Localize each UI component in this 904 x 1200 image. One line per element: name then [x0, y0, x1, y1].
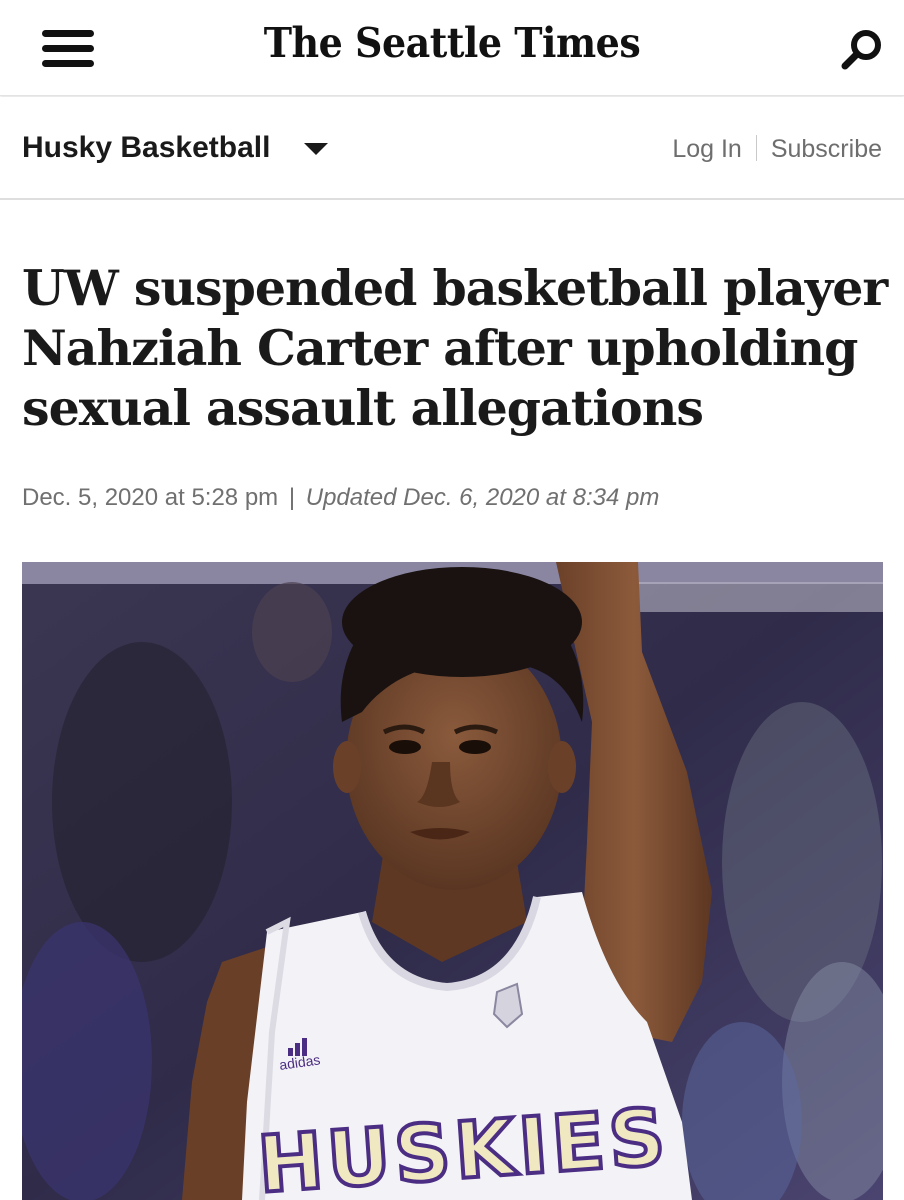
updated-date: Updated Dec. 6, 2020 at 8:34 pm — [305, 484, 660, 511]
site-header: The Seattle Times — [0, 0, 904, 96]
divider — [755, 135, 757, 161]
subscribe-link[interactable]: Subscribe — [771, 135, 882, 163]
site-logo[interactable]: The Seattle Times — [0, 18, 904, 67]
section-bar: Husky Basketball Log In Subscribe — [0, 97, 904, 200]
auth-links: Log In Subscribe — [672, 135, 882, 164]
published-date: Dec. 5, 2020 at 5:28 pm — [22, 484, 279, 511]
login-link[interactable]: Log In — [672, 135, 742, 163]
chevron-down-icon[interactable] — [304, 143, 328, 155]
article-headline: UW suspended basketball player Nahziah C… — [22, 259, 888, 437]
date-separator: | — [288, 484, 296, 511]
section-dropdown[interactable]: Husky Basketball — [22, 131, 270, 165]
search-icon[interactable] — [836, 24, 888, 76]
article-photo[interactable]: adidas HUSKIES — [22, 562, 883, 1200]
dateline: Dec. 5, 2020 at 5:28 pm | Updated Dec. 6… — [22, 484, 659, 512]
